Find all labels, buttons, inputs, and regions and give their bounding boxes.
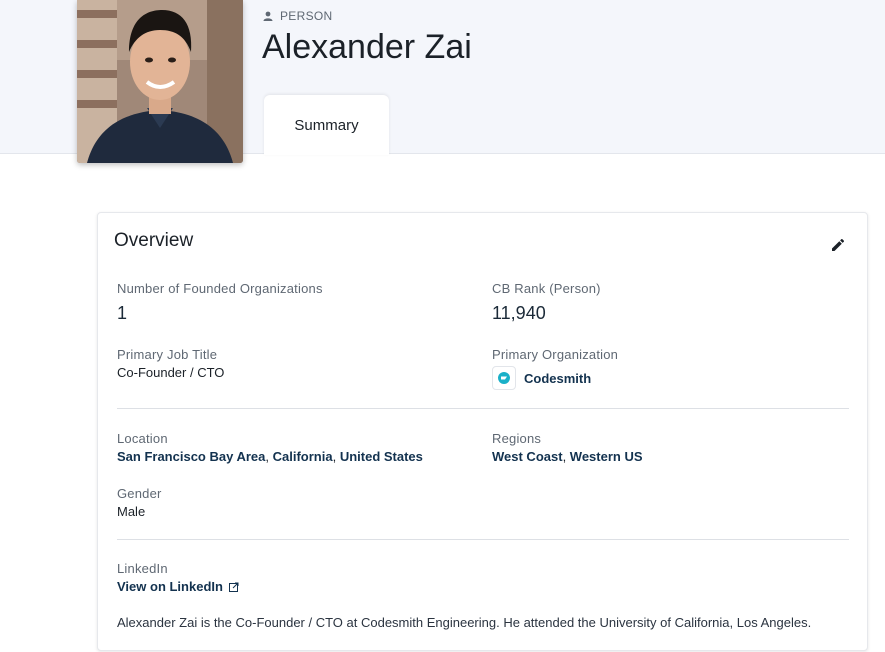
person-description: Alexander Zai is the Co-Founder / CTO at… xyxy=(117,615,812,630)
regions-label: Regions xyxy=(492,431,542,446)
gender-value: Male xyxy=(117,504,146,519)
founded-orgs-label: Number of Founded Organizations xyxy=(117,281,323,296)
location-link-region[interactable]: San Francisco Bay Area xyxy=(117,449,265,464)
linkedin-link[interactable]: View on LinkedIn xyxy=(117,579,223,594)
divider xyxy=(117,539,849,540)
gender-field: Gender Male xyxy=(117,486,162,521)
tab-summary-label: Summary xyxy=(294,116,359,134)
job-title-field: Primary Job Title Co-Founder / CTO xyxy=(117,347,224,382)
founded-orgs-value[interactable]: 1 xyxy=(117,301,323,325)
location-link-state[interactable]: California xyxy=(273,449,333,464)
codesmith-logo[interactable] xyxy=(492,366,516,390)
location-field: Location San Francisco Bay Area, Califor… xyxy=(117,431,423,464)
external-link-icon[interactable] xyxy=(228,582,239,592)
overview-title: Overview xyxy=(114,230,194,251)
entity-type-label: PERSON xyxy=(280,9,333,23)
location-link-country[interactable]: United States xyxy=(340,449,423,464)
page-title: Alexander Zai xyxy=(262,28,472,66)
avatar xyxy=(77,0,243,163)
job-title-value: Co-Founder / CTO xyxy=(117,365,225,380)
cb-rank-label: CB Rank (Person) xyxy=(492,281,601,296)
location-label: Location xyxy=(117,431,168,446)
overview-card: Overview Number of Founded Organizations… xyxy=(97,212,868,651)
region-link-west-coast[interactable]: West Coast xyxy=(492,449,563,464)
founded-orgs-field: Number of Founded Organizations 1 xyxy=(117,281,323,325)
pencil-icon[interactable] xyxy=(831,238,845,252)
linkedin-field: LinkedIn View on LinkedIn xyxy=(117,561,239,596)
primary-org-label: Primary Organization xyxy=(492,347,619,362)
linkedin-label: LinkedIn xyxy=(117,561,168,576)
cb-rank-field: CB Rank (Person) 11,940 xyxy=(492,281,601,325)
regions-field: Regions West Coast, Western US xyxy=(492,431,643,464)
primary-org-field: Primary Organization Codesmith xyxy=(492,347,618,390)
divider xyxy=(117,408,849,409)
person-icon xyxy=(263,11,273,21)
gender-label: Gender xyxy=(117,486,162,501)
primary-org-link[interactable]: Codesmith xyxy=(524,370,591,388)
region-link-western-us[interactable]: Western US xyxy=(570,449,643,464)
tab-summary[interactable]: Summary xyxy=(264,95,389,155)
entity-type: PERSON xyxy=(263,9,332,23)
cb-rank-value: 11,940 xyxy=(492,303,546,323)
job-title-label: Primary Job Title xyxy=(117,347,218,362)
